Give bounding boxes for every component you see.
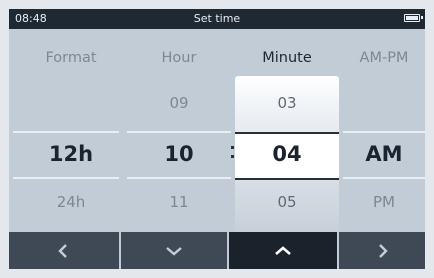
right-button[interactable] <box>339 232 425 269</box>
format-lower-divider <box>13 177 119 179</box>
hour-selected-value[interactable]: 10 <box>129 142 229 166</box>
minute-upper-divider <box>235 132 339 134</box>
ampm-upper-divider <box>343 131 425 133</box>
format-option-below[interactable]: 24h <box>21 193 121 211</box>
up-button[interactable] <box>229 232 337 269</box>
screen-title: Set time <box>193 12 241 25</box>
status-bar: 08:48 Set time <box>9 9 425 29</box>
hour-option-above[interactable]: 09 <box>129 94 229 112</box>
ampm-option-below[interactable]: PM <box>334 193 425 211</box>
navigation-bar <box>9 232 425 269</box>
minute-lower-divider <box>235 178 339 180</box>
chevron-up-icon <box>275 245 291 255</box>
time-separator-colon <box>231 146 234 164</box>
format-selected-value[interactable]: 12h <box>21 142 121 166</box>
chevron-right-icon <box>379 243 388 258</box>
ampm-lower-divider <box>343 177 425 179</box>
format-column-header[interactable]: Format <box>21 50 121 66</box>
hour-lower-divider <box>127 177 231 179</box>
hour-option-below[interactable]: 11 <box>129 193 229 211</box>
minute-column-header[interactable]: Minute <box>237 50 337 66</box>
left-button[interactable] <box>9 232 119 269</box>
minute-option-above[interactable]: 03 <box>237 94 337 112</box>
hour-column-header[interactable]: Hour <box>129 50 229 66</box>
minute-option-below[interactable]: 05 <box>237 193 337 211</box>
hour-upper-divider <box>127 131 231 133</box>
ampm-column-header[interactable]: AM-PM <box>334 50 425 66</box>
set-time-screen: 08:48 Set time Format Hour Minute AM-PM … <box>9 9 425 269</box>
format-upper-divider <box>13 131 119 133</box>
battery-icon <box>404 14 423 22</box>
down-button[interactable] <box>121 232 227 269</box>
chevron-left-icon <box>58 243 67 258</box>
ampm-selected-value[interactable]: AM <box>334 142 425 166</box>
minute-selected-value[interactable]: 04 <box>237 142 337 166</box>
chevron-down-icon <box>166 246 182 256</box>
